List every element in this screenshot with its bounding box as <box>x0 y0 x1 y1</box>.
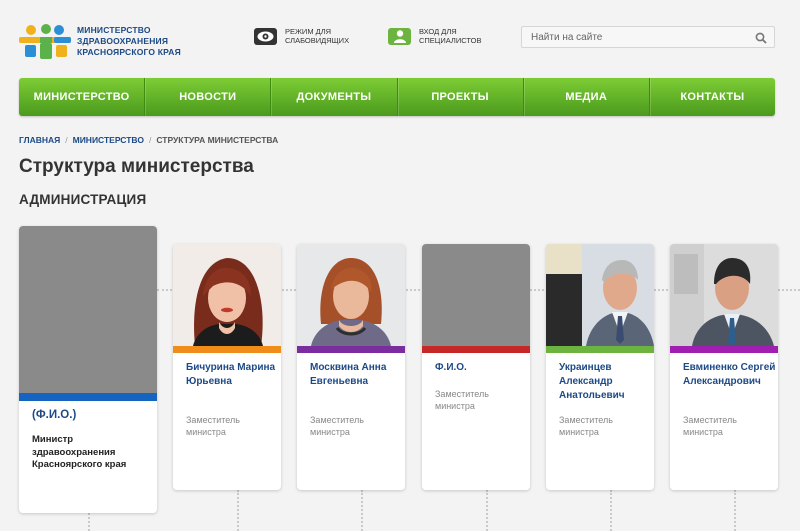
deputy-name: Москвина Анна Евгеньевна <box>310 362 387 387</box>
org-connector-vertical <box>237 490 239 531</box>
accessibility-mode-link[interactable]: Режим для слабовидящих <box>254 27 349 45</box>
minister-card[interactable]: (Ф.И.О.) Министр здравоохранения Красноя… <box>19 226 157 513</box>
nav-media[interactable]: МЕДИА <box>524 78 650 116</box>
specialists-login-label: Вход для специалистов <box>419 27 481 45</box>
deputy-card[interactable]: Бичурина Марина Юрьевна Заместитель мини… <box>173 244 281 490</box>
deputy-name: Украинцев Александр Анатольевич <box>559 362 625 401</box>
accessibility-line-1: Режим для <box>285 27 332 36</box>
breadcrumb-current: СТРУКТУРА МИНИСТЕРСТВА <box>156 135 279 145</box>
deputy-position: Заместитель министра <box>559 415 613 437</box>
breadcrumb: ГЛАВНАЯ / МИНИСТЕРСТВО / СТРУКТУРА МИНИС… <box>19 135 278 145</box>
deputy-photo <box>546 244 654 346</box>
deputy-name: Евминенко Сергей Александрович <box>683 362 776 387</box>
breadcrumb-ministry[interactable]: МИНИСТЕРСТВО <box>73 135 144 145</box>
specialists-line-1: Вход для <box>419 27 457 36</box>
org-connector-vertical <box>610 490 612 531</box>
deputy-photo <box>297 244 405 346</box>
nav-documents[interactable]: ДОКУМЕНТЫ <box>271 78 398 116</box>
accessibility-line-2: слабовидящих <box>285 36 350 45</box>
nav-ministry[interactable]: МИНИСТЕРСТВО <box>19 78 146 116</box>
deputy-accent-bar <box>173 346 281 353</box>
minister-photo-placeholder <box>19 226 157 393</box>
deputy-accent-bar <box>670 346 778 353</box>
specialists-line-2: специалистов <box>419 36 482 45</box>
breadcrumb-separator: / <box>65 135 68 145</box>
breadcrumb-home[interactable]: ГЛАВНАЯ <box>19 135 60 145</box>
deputy-position: Заместитель министра <box>683 415 737 437</box>
deputy-position: Заместитель министра <box>310 415 364 437</box>
nav-projects[interactable]: ПРОЕКТЫ <box>398 78 524 116</box>
deputy-accent-bar <box>546 346 654 353</box>
minister-name: (Ф.И.О.) <box>32 409 77 421</box>
breadcrumb-separator: / <box>148 135 152 145</box>
deputy-position: Заместитель министра <box>186 415 240 437</box>
user-icon <box>388 27 411 45</box>
ministry-logo[interactable] <box>19 24 71 60</box>
nav-contacts[interactable]: КОНТАКТЫ <box>650 78 775 116</box>
deputy-card[interactable]: Евминенко Сергей Александрович Заместите… <box>670 244 778 490</box>
deputy-accent-bar <box>297 346 405 353</box>
specialists-login-link[interactable]: Вход для специалистов <box>388 27 481 45</box>
deputy-name: Бичурина Марина Юрьевна <box>186 362 276 387</box>
site-header: МИНИСТЕРСТВО ЗДРАВООХРАНЕНИЯ КРАСНОЯРСКО… <box>0 0 800 72</box>
minister-accent-bar <box>19 393 157 401</box>
deputy-photo <box>173 244 281 346</box>
eye-icon <box>254 27 277 45</box>
deputy-card[interactable]: Украинцев Александр Анатольевич Заместит… <box>546 244 654 490</box>
search-box <box>521 26 775 48</box>
deputy-position: Заместитель министра <box>435 389 489 411</box>
deputy-card[interactable]: Ф.И.О. Заместитель министра <box>422 244 530 490</box>
page-title: Структура министерства <box>19 156 254 177</box>
search-input[interactable] <box>531 31 751 43</box>
logo-line-2: ЗДРАВООХРАНЕНИЯ <box>77 36 169 46</box>
org-connector-vertical <box>361 490 363 531</box>
org-connector-vertical <box>734 490 736 531</box>
section-title: АДМИНИСТРАЦИЯ <box>19 192 147 207</box>
deputy-accent-bar <box>422 346 530 353</box>
deputy-card[interactable]: Москвина Анна Евгеньевна Заместитель мин… <box>297 244 405 490</box>
org-connector-vertical <box>486 490 488 531</box>
ministry-name: МИНИСТЕРСТВО ЗДРАВООХРАНЕНИЯ КРАСНОЯРСКО… <box>77 25 181 58</box>
logo-line-3: КРАСНОЯРСКОГО КРАЯ <box>77 47 181 57</box>
deputy-photo <box>670 244 778 346</box>
deputy-photo-placeholder <box>422 244 530 346</box>
nav-news[interactable]: НОВОСТИ <box>145 78 272 116</box>
search-icon[interactable] <box>755 31 767 49</box>
accessibility-mode-label: Режим для слабовидящих <box>285 27 349 45</box>
logo-line-1: МИНИСТЕРСТВО <box>77 25 151 35</box>
deputy-name: Ф.И.О. <box>435 362 467 373</box>
minister-position: Министр здравоохранения Красноярского кр… <box>32 434 127 470</box>
main-nav: МИНИСТЕРСТВО НОВОСТИ ДОКУМЕНТЫ ПРОЕКТЫ М… <box>19 78 775 116</box>
